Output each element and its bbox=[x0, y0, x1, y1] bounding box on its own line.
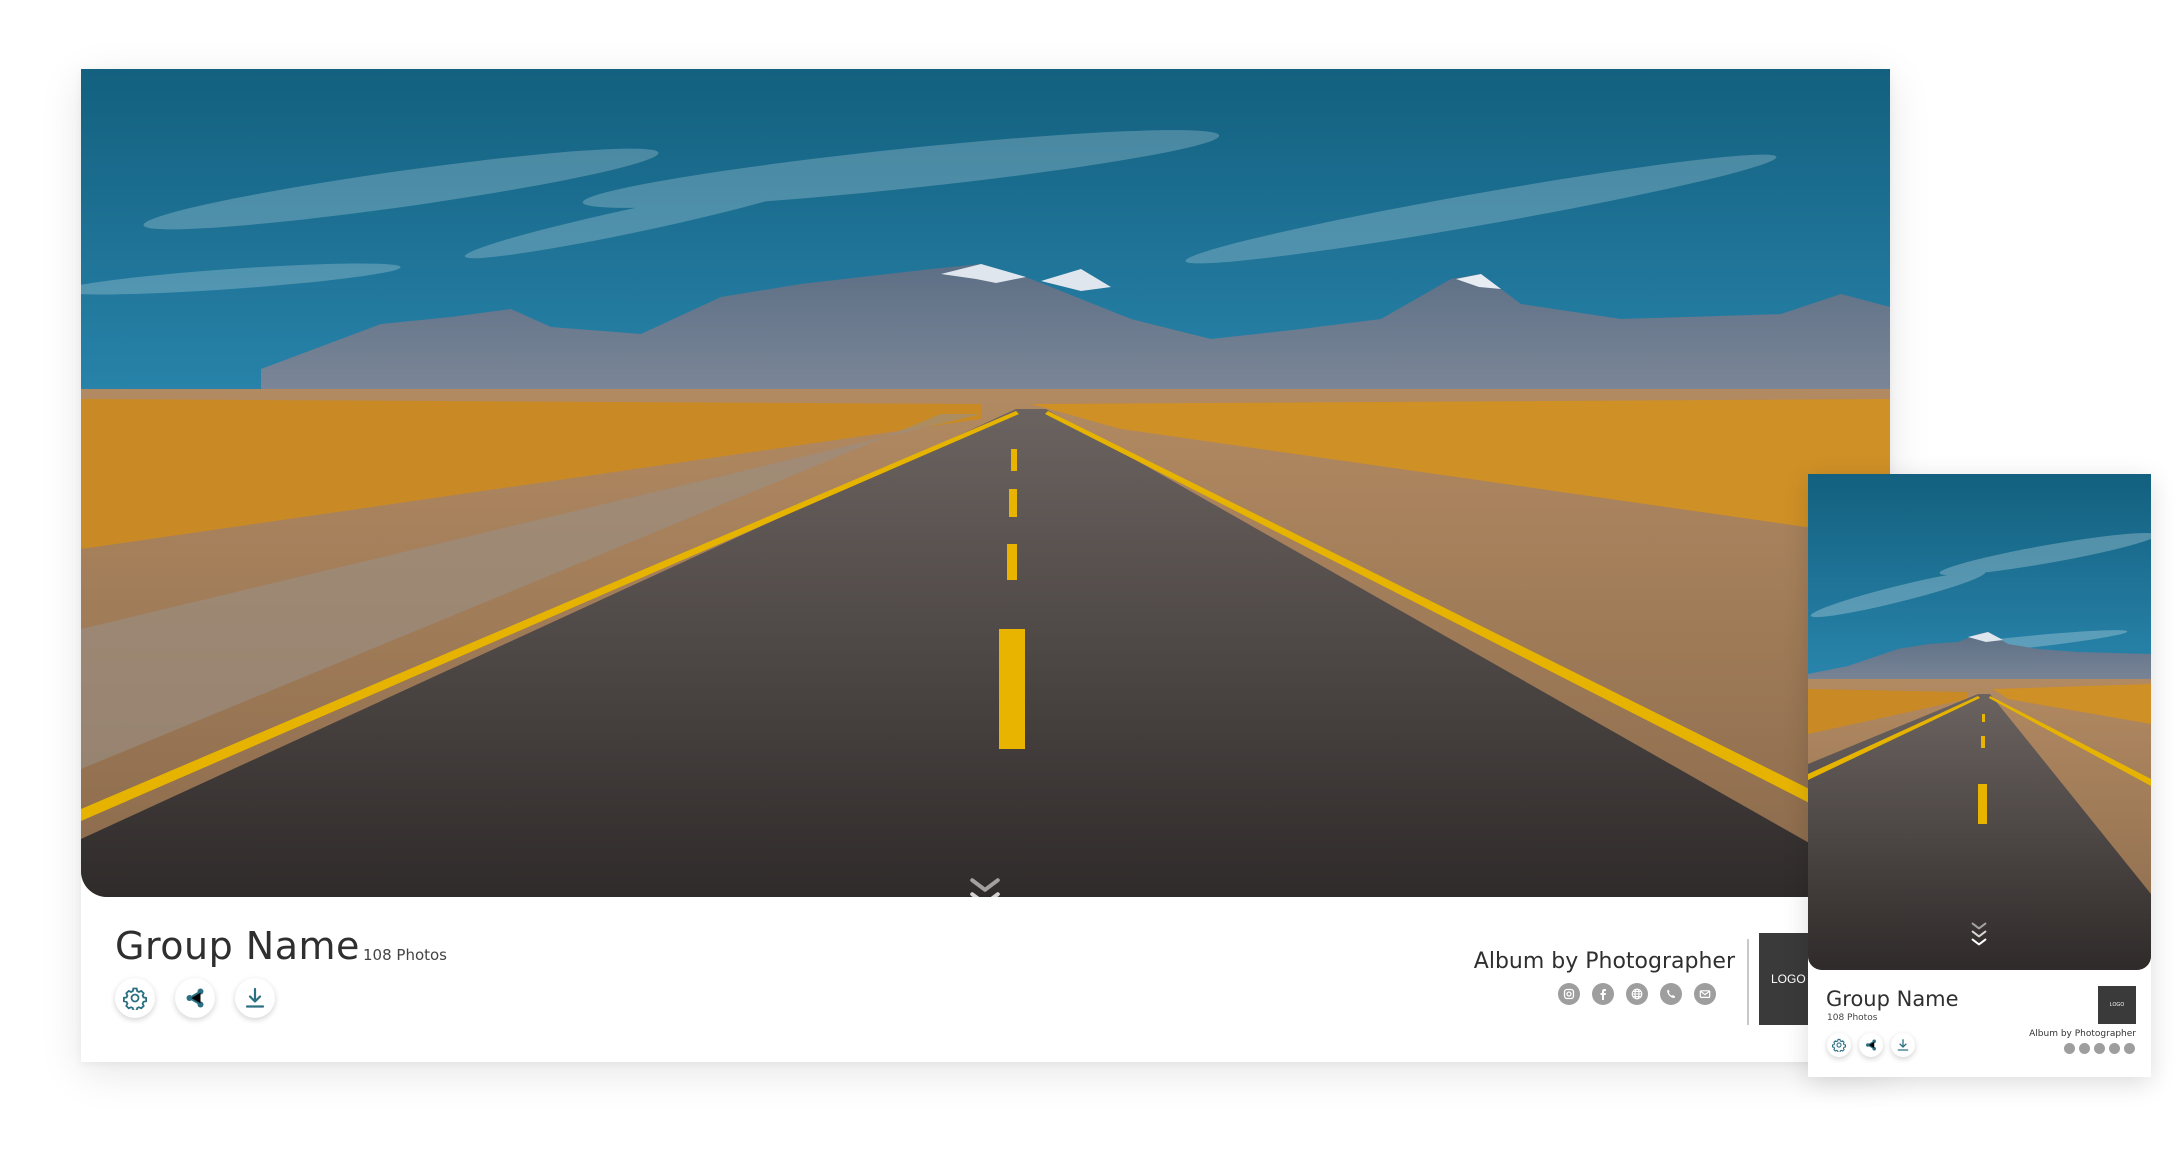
share-icon bbox=[1864, 1038, 1878, 1052]
gear-icon bbox=[1832, 1038, 1846, 1052]
website-icon[interactable] bbox=[1626, 983, 1648, 1005]
photo-count: 108 Photos bbox=[1827, 1013, 1878, 1023]
email-icon[interactable] bbox=[1694, 983, 1716, 1005]
divider bbox=[1747, 939, 1749, 1025]
chevron-down-icon bbox=[1969, 938, 1989, 946]
settings-button[interactable] bbox=[1827, 1033, 1851, 1057]
phone-icon[interactable] bbox=[1660, 983, 1682, 1005]
facebook-icon[interactable] bbox=[1592, 983, 1614, 1005]
photo-count: 108 Photos bbox=[363, 946, 448, 964]
gear-icon bbox=[123, 986, 147, 1010]
cover-photo bbox=[1808, 474, 2151, 970]
logo-text: LOGO bbox=[2109, 1002, 2125, 1008]
chevron-down-icon bbox=[965, 891, 1005, 907]
cover-photo bbox=[81, 69, 1890, 897]
instagram-icon[interactable] bbox=[1558, 983, 1580, 1005]
phone-icon[interactable] bbox=[2109, 1043, 2120, 1054]
download-icon bbox=[243, 986, 267, 1010]
facebook-icon[interactable] bbox=[2079, 1043, 2090, 1054]
chevron-down-icon bbox=[965, 905, 1005, 921]
chevron-down-icon bbox=[1969, 922, 1989, 930]
social-links bbox=[1558, 983, 1716, 1005]
download-button[interactable] bbox=[235, 978, 275, 1018]
download-icon bbox=[1896, 1038, 1910, 1052]
settings-button[interactable] bbox=[115, 978, 155, 1018]
mobile-album-card: Group Name 108 Photos LOGO Album by Phot… bbox=[1808, 474, 2151, 1077]
album-by-photographer: Album by Photographer bbox=[2029, 1029, 2136, 1039]
group-name-title: Group Name bbox=[115, 924, 360, 968]
chevron-down-icon bbox=[1969, 930, 1989, 938]
logo-text: LOGO bbox=[1771, 972, 1806, 986]
instagram-icon[interactable] bbox=[2064, 1043, 2075, 1054]
group-name-title: Group Name bbox=[1826, 987, 1959, 1011]
share-button[interactable] bbox=[1859, 1033, 1883, 1057]
share-button[interactable] bbox=[175, 978, 215, 1018]
share-icon bbox=[183, 986, 207, 1010]
scroll-down-indicator[interactable] bbox=[1969, 922, 1989, 946]
photographer-logo: LOGO bbox=[2098, 986, 2136, 1024]
album-by-photographer: Album by Photographer bbox=[1473, 949, 1735, 974]
scroll-down-indicator[interactable] bbox=[965, 877, 1005, 921]
email-icon[interactable] bbox=[2124, 1043, 2135, 1054]
social-links bbox=[2064, 1043, 2135, 1054]
website-icon[interactable] bbox=[2094, 1043, 2105, 1054]
desktop-album-card: Group Name 108 Photos Album by Photograp… bbox=[81, 69, 1890, 1062]
download-button[interactable] bbox=[1891, 1033, 1915, 1057]
